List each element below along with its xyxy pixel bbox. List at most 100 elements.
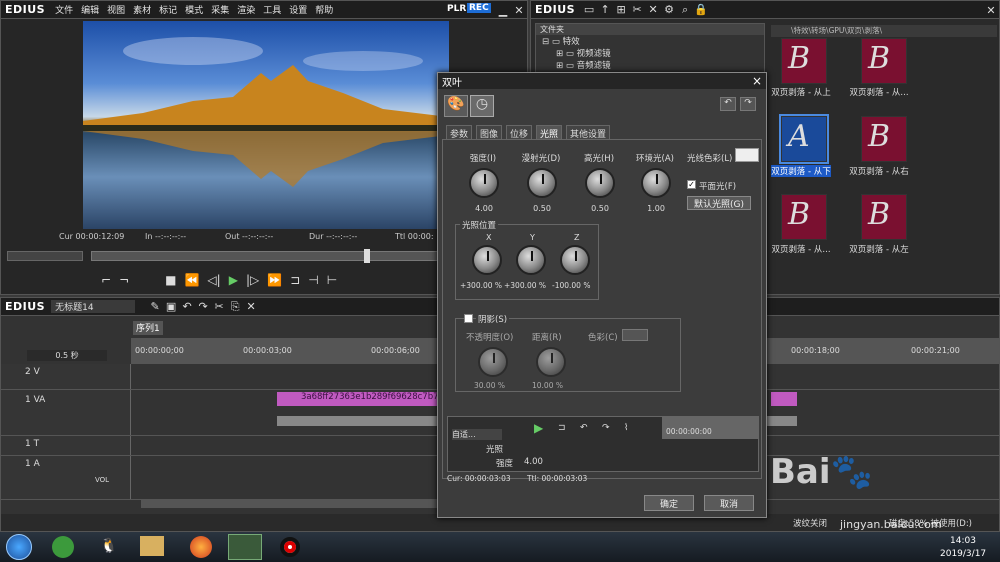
save-icon[interactable]: ▣ [163, 300, 179, 314]
opacity-knob[interactable] [478, 347, 508, 377]
default-light-button[interactable]: 默认光照(G) [687, 196, 751, 210]
set-in-icon[interactable]: ⌐ [101, 273, 111, 287]
tab-lighting[interactable]: 光照 [536, 125, 563, 140]
zoom-level[interactable]: 0.5 秒 [27, 350, 107, 361]
pos-z-knob[interactable] [560, 245, 590, 275]
thumb-peel-bottom[interactable]: A [779, 114, 829, 164]
parallel-light-checkbox[interactable]: ✓ [687, 180, 696, 189]
fast-forward-icon[interactable]: ⏩ [267, 273, 282, 287]
menu-item-1[interactable]: 编辑 [77, 6, 103, 16]
dialog-redo-icon[interactable]: ↷ [740, 97, 756, 111]
sequence-tab[interactable]: 序列1 [133, 321, 163, 335]
video-clip[interactable]: 3a68ff27363e1b289f69628c7b7f [277, 392, 439, 406]
thumb-peel-top[interactable]: B [781, 38, 827, 84]
shadow-color-swatch[interactable] [622, 329, 648, 341]
cut-icon[interactable]: ✂ [629, 3, 645, 17]
ok-button[interactable]: 确定 [644, 495, 694, 511]
tab-params[interactable]: 参数 [446, 125, 473, 140]
menu-item-9[interactable]: 设置 [285, 6, 311, 16]
keyframe-next-icon[interactable]: ↷ [602, 423, 610, 433]
stop-icon[interactable]: ■ [165, 273, 176, 287]
tab-image[interactable]: 图像 [476, 125, 503, 140]
delete-clip-icon[interactable]: ✕ [243, 300, 259, 314]
menu-item-7[interactable]: 渲染 [233, 6, 259, 16]
menu-item-6[interactable]: 采集 [207, 6, 233, 16]
taskbar-app-1[interactable] [52, 536, 74, 558]
taskbar-record-icon[interactable] [280, 537, 300, 557]
keyframe-loop-icon[interactable]: ⊐ [558, 423, 566, 433]
light-color-swatch[interactable] [735, 148, 759, 162]
add-clip-icon[interactable]: ⊞ [613, 3, 629, 17]
copy-icon[interactable]: ⎘ [227, 300, 243, 314]
video-clip-2[interactable] [771, 392, 797, 406]
play-icon[interactable]: ▶ [229, 273, 238, 287]
pos-y-knob[interactable] [516, 245, 546, 275]
loop-icon[interactable]: ⊐ [290, 273, 300, 287]
taskbar-edius-icon[interactable] [228, 534, 262, 560]
set-out-icon[interactable]: ¬ [119, 273, 129, 287]
bin-close-icon[interactable]: ✕ [983, 3, 999, 17]
keyframe-graph-icon[interactable]: ⌇ [624, 423, 628, 433]
strength-knob[interactable] [469, 168, 499, 198]
menu-item-8[interactable]: 工具 [259, 6, 285, 16]
shuttle-slider[interactable] [7, 251, 83, 261]
shadow-checkbox[interactable] [464, 314, 473, 323]
rec-badge[interactable]: REC [467, 3, 491, 13]
thumb-peel-2[interactable]: B [861, 38, 907, 84]
insert-icon[interactable]: ⊣ [308, 273, 318, 287]
timeline-scrollbar[interactable] [141, 500, 437, 508]
start-button[interactable] [6, 534, 32, 560]
rewind-icon[interactable]: ⏪ [184, 273, 199, 287]
menu-item-4[interactable]: 标记 [155, 6, 181, 16]
undo-icon[interactable]: ↶ [179, 300, 195, 314]
tree-item-audio-filters[interactable]: ⊞ ▭ 音频滤镜 [536, 59, 764, 71]
timer-tool-icon[interactable]: ◷ [470, 95, 494, 117]
thumb-peel-left[interactable]: B [861, 194, 907, 240]
playhead-marker[interactable] [364, 249, 370, 263]
close-icon[interactable]: ✕ [511, 3, 527, 17]
menu-item-5[interactable]: 模式 [181, 6, 207, 16]
step-forward-icon[interactable]: |▷ [246, 273, 259, 287]
cancel-button[interactable]: 取消 [704, 495, 754, 511]
taskbar-firefox-icon[interactable] [190, 536, 212, 558]
paint-tool-icon[interactable]: 🎨 [444, 95, 468, 117]
distance-knob[interactable] [536, 347, 566, 377]
menu-item-2[interactable]: 视图 [103, 6, 129, 16]
thumb-peel-5[interactable]: B [781, 194, 827, 240]
tree-item-video-filters[interactable]: ⊞ ▭ 视频滤镜 [536, 47, 764, 59]
keyframe-row-light[interactable]: 光照 [486, 443, 503, 455]
highlight-knob[interactable] [585, 168, 615, 198]
folder-icon[interactable]: ▭ [581, 3, 597, 17]
taskbar-explorer-icon[interactable] [140, 536, 164, 556]
diffuse-knob[interactable] [527, 168, 557, 198]
keyframe-ruler[interactable]: 00:00:00:00 [662, 417, 758, 439]
keyframe-play-icon[interactable]: ▶ [534, 421, 543, 435]
ambient-knob[interactable] [641, 168, 671, 198]
dialog-undo-icon[interactable]: ↶ [720, 97, 736, 111]
lock-icon[interactable]: 🔒 [693, 3, 709, 17]
tab-other[interactable]: 其他设置 [566, 125, 611, 140]
overwrite-icon[interactable]: ⊢ [327, 273, 337, 287]
step-back-icon[interactable]: ◁| [207, 273, 220, 287]
tab-position[interactable]: 位移 [506, 125, 533, 140]
delete-icon[interactable]: ✕ [645, 3, 661, 17]
up-folder-icon[interactable]: ↑ [597, 3, 613, 17]
menu-item-10[interactable]: 帮助 [311, 6, 337, 16]
keyframe-row-strength[interactable]: 强度 [496, 457, 513, 469]
minimize-icon[interactable]: ▁ [495, 3, 511, 17]
taskbar-qq-icon[interactable]: 🐧 [100, 538, 117, 554]
keyframe-mode[interactable]: 自适... [452, 429, 502, 440]
keyframe-prev-icon[interactable]: ↶ [580, 423, 588, 433]
new-sequence-icon[interactable]: ✎ [147, 300, 163, 314]
plr-badge[interactable]: PLR [447, 4, 466, 14]
pos-x-knob[interactable] [472, 245, 502, 275]
cut-clip-icon[interactable]: ✂ [211, 300, 227, 314]
search-icon[interactable]: ⌕ [677, 3, 693, 17]
properties-icon[interactable]: ⚙ [661, 3, 677, 17]
redo-icon[interactable]: ↷ [195, 300, 211, 314]
tree-item-effects[interactable]: ⊟ ▭ 特效 [536, 35, 764, 47]
menu-item-0[interactable]: 文件 [51, 6, 77, 16]
dialog-close-button[interactable]: × [752, 74, 766, 88]
thumb-peel-right[interactable]: B [861, 116, 907, 162]
menu-item-3[interactable]: 素材 [129, 6, 155, 16]
